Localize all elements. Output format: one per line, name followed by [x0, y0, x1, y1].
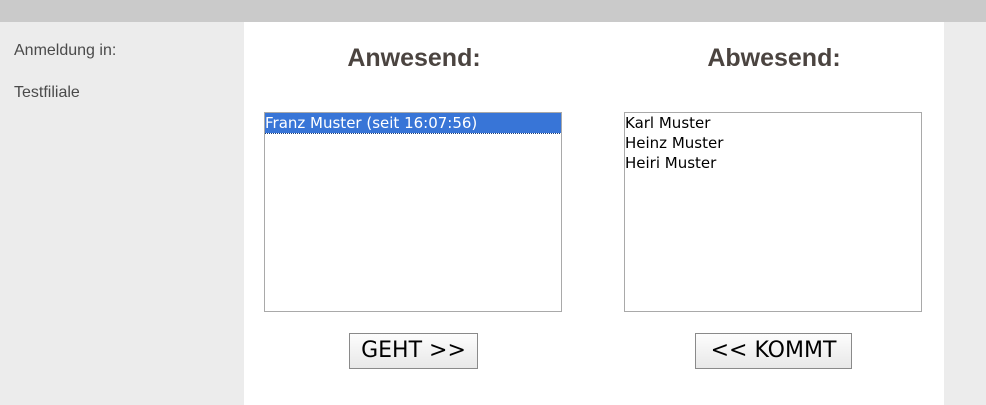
present-list-item[interactable]: Franz Muster (seit 16:07:56)	[265, 113, 561, 134]
right-gutter	[944, 22, 986, 405]
attendance-panel: Anwesend: Abwesend: Franz Muster (seit 1…	[244, 22, 944, 405]
arrive-button[interactable]: << KOMMT	[695, 333, 852, 369]
leave-button[interactable]: GEHT >>	[349, 333, 478, 369]
sidebar: Anmeldung in: Testfiliale	[0, 22, 244, 405]
absent-list-item[interactable]: Heiri Muster	[625, 153, 921, 173]
absent-title: Abwesend:	[707, 44, 841, 72]
absent-list[interactable]: Karl Muster Heinz Muster Heiri Muster	[624, 112, 922, 312]
absent-list-item[interactable]: Heinz Muster	[625, 133, 921, 153]
top-bar	[0, 0, 986, 22]
branch-name: Testfiliale	[14, 84, 80, 101]
present-list[interactable]: Franz Muster (seit 16:07:56)	[264, 112, 562, 312]
present-title: Anwesend:	[347, 44, 481, 72]
login-label: Anmeldung in:	[14, 42, 117, 59]
absent-list-item[interactable]: Karl Muster	[625, 113, 921, 133]
